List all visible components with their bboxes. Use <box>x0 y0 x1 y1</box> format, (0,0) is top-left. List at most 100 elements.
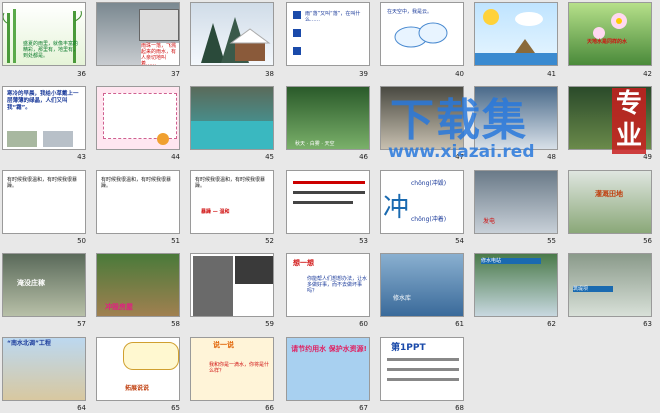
slide-label: 修水电站 <box>481 258 541 264</box>
flood-photo <box>235 256 273 284</box>
slide-text: 我和你是一滴水，你将是什么样？ <box>209 362 270 374</box>
slide-number: 43 <box>77 153 86 161</box>
slide-number: 65 <box>171 404 180 412</box>
slide-heading: 想一想 <box>293 259 314 267</box>
flood-photo <box>193 256 233 316</box>
bullet-icon <box>293 29 301 37</box>
slide-number: 66 <box>265 404 274 412</box>
slide-thumbnail[interactable]: 雨珠一落，飞溅起来的雨水，有人亲切地叫着…… <box>96 2 180 66</box>
slide-number: 68 <box>455 404 464 412</box>
slide-number: 61 <box>455 320 464 328</box>
slide-number: 55 <box>547 237 556 245</box>
slide-thumbnail[interactable] <box>380 86 464 150</box>
water-cycle-diagram <box>475 9 557 65</box>
slide-thumbnail[interactable]: 有时候我很温和，有时候我很暴躁。 暴躁 — 温和 <box>190 170 274 234</box>
text-lines <box>387 378 459 381</box>
slide-text: 有时候我很温和，有时候我很暴躁。 <box>7 177 78 189</box>
slide-thumbnail[interactable]: 修水电站 <box>474 253 558 317</box>
slide-thumbnail[interactable]: 筑堤坝 <box>568 253 652 317</box>
slide-thumbnail[interactable]: 有时候我很温和，有时候我很暴躁。 <box>2 170 86 234</box>
bullet-icon <box>293 11 301 19</box>
flower-photo <box>593 13 627 39</box>
slide-text: 盛夏的雨里，就像丰富的精彩，那里有，地里有，到处都是。 <box>23 41 79 59</box>
slide-number: 60 <box>359 320 368 328</box>
slide-thumbnail[interactable]: 想一想 你能帮人们想想办法，让水多做好事，而不去做坏事吗？ <box>286 253 370 317</box>
slide-number: 58 <box>171 320 180 328</box>
frost-photo <box>43 131 73 147</box>
slide-thumbnail[interactable] <box>190 2 274 66</box>
text-panel <box>103 93 177 139</box>
slide-thumbnail[interactable]: 灌溉田地 <box>568 170 652 234</box>
slide-label: 拓展说说 <box>125 385 150 392</box>
slide-number: 57 <box>77 320 86 328</box>
slide-number: 49 <box>643 153 652 161</box>
big-character: 冲 <box>383 193 410 223</box>
slide-thumbnail[interactable] <box>474 2 558 66</box>
slide-thumbnail[interactable]: 在天空中，我是云。 <box>380 2 464 66</box>
slide-number: 39 <box>359 70 368 78</box>
slide-number: 41 <box>547 70 556 78</box>
slide-thumbnail[interactable]: 盛夏的雨里，就像丰富的精彩，那里有，地里有，到处都是。 <box>2 2 86 66</box>
slide-label: 筑堤坝 <box>573 286 613 292</box>
text-lines <box>387 358 459 361</box>
slide-thumbnail[interactable]: 冲毁房屋 <box>96 253 180 317</box>
slide-text: 你能帮人们想想办法，让水多做好事，而不去做坏事吗？ <box>307 276 368 294</box>
logo-text: 第1PPT <box>391 343 426 353</box>
frost-photo <box>7 131 37 147</box>
slide-heading: 说一说 <box>213 341 234 349</box>
speech-bubble <box>123 342 179 370</box>
slide-text: 有时候我很温和，有时候我很暴躁。 <box>101 177 172 189</box>
text-lines <box>387 368 459 371</box>
slide-thumbnail[interactable] <box>568 86 652 150</box>
slide-number: 53 <box>359 237 368 245</box>
slide-number: 62 <box>547 320 556 328</box>
slide-thumbnail[interactable]: 说一说 我和你是一滴水，你将是什么样？ <box>190 337 274 401</box>
slide-thumbnail[interactable] <box>286 170 370 234</box>
slide-thumbnail[interactable]: 发电 <box>474 170 558 234</box>
slide-number: 40 <box>455 70 464 78</box>
slide-thumbnail[interactable] <box>190 86 274 150</box>
slide-number: 37 <box>171 70 180 78</box>
slide-number: 50 <box>77 237 86 245</box>
slide-thumbnail[interactable]: 修水库 <box>380 253 464 317</box>
slide-thumbnail[interactable] <box>96 86 180 150</box>
slide-text: 秋天 · 白雾 · 天空 <box>295 141 335 147</box>
slide-number: 67 <box>359 404 368 412</box>
slide-number: 38 <box>265 70 274 78</box>
slide-thumbnail[interactable]: 雨“落”又叫“落”，在叫什么…… <box>286 2 370 66</box>
slide-text: 天地水是同样的水 <box>587 39 628 45</box>
slide-number: 56 <box>643 237 652 245</box>
slide-text: 在天空中，我是云。 <box>387 9 433 15</box>
slide-thumbnail[interactable]: 天地水是同样的水 <box>568 2 652 66</box>
slide-thumbnail[interactable]: 秋天 · 白雾 · 天空 <box>286 86 370 150</box>
slide-label: “南水北调”工程 <box>7 340 51 347</box>
slide-number: 42 <box>643 70 652 78</box>
cartoon-icon <box>157 133 169 145</box>
pinyin-bottom: chōng(冲着) <box>411 216 447 223</box>
lake-photo <box>191 121 273 149</box>
slide-number: 52 <box>265 237 274 245</box>
slide-thumbnail[interactable]: 请节约用水 保护水资源! <box>286 337 370 401</box>
snow-scene <box>201 17 271 63</box>
slide-text: 寒冷的早晨，我给小草戴上一层薄薄的绿晶，人们又叫我“霜”。 <box>7 91 79 111</box>
slide-word: 暴躁 — 温和 <box>201 209 230 215</box>
slide-thumbnail[interactable]: 寒冷的早晨，我给小草戴上一层薄薄的绿晶，人们又叫我“霜”。 <box>2 86 86 150</box>
slide-thumbnail[interactable]: 淹没庄稼 <box>2 253 86 317</box>
slide-number: 63 <box>643 320 652 328</box>
slide-text: 请节约用水 保护水资源! <box>291 345 367 353</box>
slide-number: 46 <box>359 153 368 161</box>
pinyin-top: chōng(冲毁) <box>411 180 447 187</box>
slide-number: 59 <box>265 320 274 328</box>
slide-thumbnail[interactable]: 第1PPT <box>380 337 464 401</box>
text-lines <box>293 181 365 184</box>
slide-label: 灌溉田地 <box>595 190 623 198</box>
slide-number: 54 <box>455 237 464 245</box>
slide-text: 有时候我很温和，有时候我很暴躁。 <box>195 177 266 189</box>
slide-thumbnail[interactable]: 冲 chōng(冲毁) chōng(冲着) <box>380 170 464 234</box>
slide-thumbnail[interactable]: 有时候我很温和，有时候我很暴躁。 <box>96 170 180 234</box>
slide-thumbnail[interactable]: “南水北调”工程 <box>2 337 86 401</box>
slide-thumbnail[interactable]: 拓展说说 <box>96 337 180 401</box>
slide-thumbnail[interactable] <box>474 86 558 150</box>
slide-thumbnail[interactable] <box>190 253 274 317</box>
slide-label: 冲毁房屋 <box>105 303 133 311</box>
